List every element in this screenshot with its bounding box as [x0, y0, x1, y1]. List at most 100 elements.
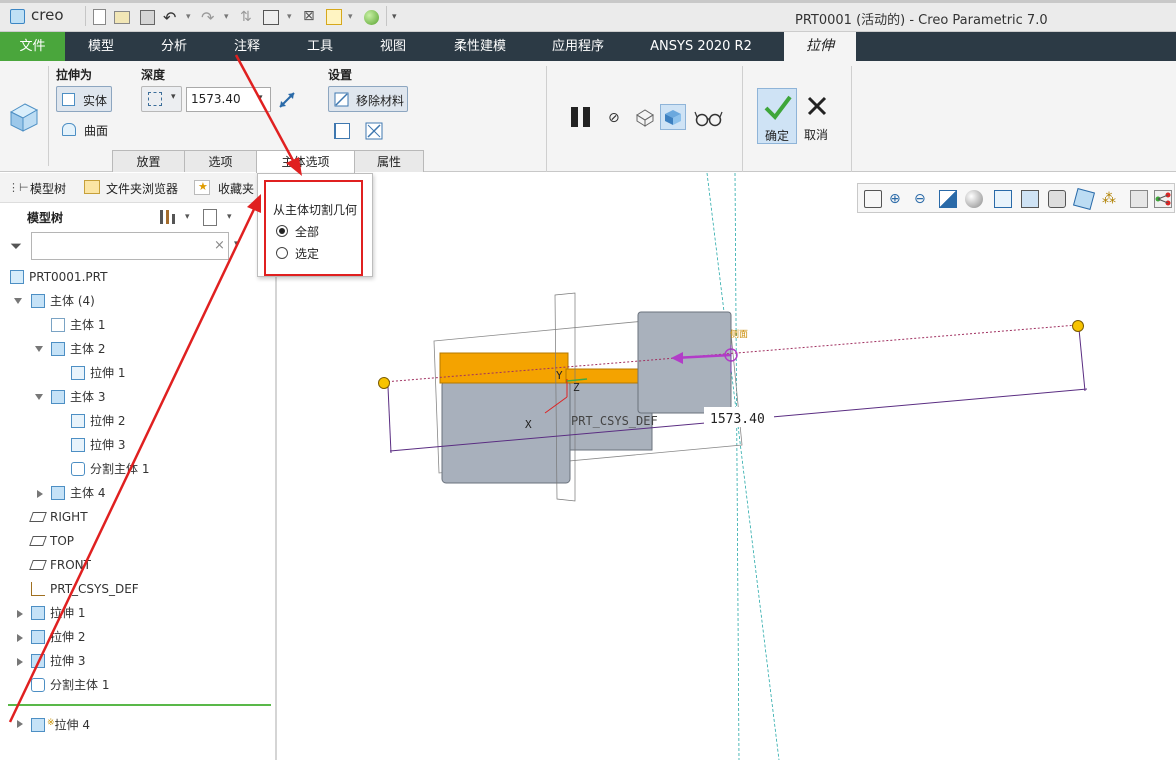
tab-options[interactable]: 选项 — [184, 150, 257, 172]
windows-dropdown-icon[interactable]: ▾ — [287, 12, 292, 22]
tab-analysis[interactable]: 分析 — [146, 32, 202, 61]
solid-button[interactable]: 实体 — [56, 86, 112, 112]
appearance-sphere-icon[interactable] — [364, 10, 379, 25]
tree-item-extrude-3-feature[interactable]: 拉伸 3 — [31, 651, 85, 671]
remove-material-button[interactable]: 移除材料 — [328, 86, 408, 112]
collapse-arrow-icon[interactable] — [17, 610, 23, 618]
expand-arrow-icon[interactable] — [14, 298, 22, 304]
repaint-icon[interactable] — [939, 190, 957, 208]
tree-item-part[interactable]: PRT0001.PRT — [10, 267, 107, 287]
open-folder-icon[interactable] — [114, 11, 130, 24]
depth-drag-handle[interactable] — [378, 377, 390, 389]
close-window-icon[interactable]: ⊠ — [303, 8, 315, 24]
tree-item-extrude-4[interactable]: ※拉伸 4 — [31, 713, 90, 733]
tab-extrude[interactable]: 拉伸 — [784, 32, 856, 61]
expand-arrow-icon[interactable] — [35, 346, 43, 352]
display-style-icon[interactable] — [965, 190, 983, 208]
model-canvas[interactable]: Y Z X PRT_CSYS_DEF 侧面 1573.40 — [279, 173, 1176, 760]
tree-item-extrude-2[interactable]: 拉伸 2 — [71, 411, 125, 431]
tree-item-bodies[interactable]: 主体 (4) — [31, 291, 95, 311]
customize-toolbar-icon[interactable]: ▾ — [392, 12, 397, 22]
collapse-arrow-icon[interactable] — [37, 490, 43, 498]
depth-drag-handle[interactable] — [1072, 320, 1084, 332]
surface-icon[interactable] — [62, 123, 76, 136]
select-dropdown-icon[interactable]: ▾ — [348, 12, 353, 22]
section-view-icon[interactable] — [1072, 187, 1096, 211]
windows-icon[interactable] — [263, 10, 279, 25]
tab-file[interactable]: 文件 — [0, 32, 65, 61]
redo-dropdown-icon[interactable]: ▾ — [224, 12, 229, 22]
attached-preview-icon[interactable] — [660, 104, 686, 130]
ok-button[interactable]: 确定 — [757, 88, 797, 144]
tree-item-body-1[interactable]: 主体 1 — [51, 315, 105, 335]
show-list-icon[interactable] — [203, 209, 217, 226]
saved-orientations-icon[interactable] — [994, 190, 1012, 208]
dimension-value[interactable]: 1573.40 — [710, 412, 765, 427]
datum-display-icon[interactable]: ⁂ — [1102, 190, 1120, 208]
tab-placement[interactable]: 放置 — [112, 150, 185, 172]
new-file-icon[interactable] — [93, 9, 106, 25]
tree-item-extrude-3[interactable]: 拉伸 3 — [71, 435, 125, 455]
tab-model-tree[interactable]: 模型树 — [30, 180, 66, 197]
tab-body-options[interactable]: 主体选项 — [256, 150, 355, 174]
tab-annotate[interactable]: 注释 — [219, 32, 275, 61]
tree-item-front-plane[interactable]: FRONT — [29, 555, 91, 575]
undo-icon[interactable]: ↶ — [163, 8, 176, 27]
chevron-down-icon[interactable]: ▾ — [185, 212, 190, 222]
tree-item-right-plane[interactable]: RIGHT — [29, 507, 88, 527]
chevron-down-icon[interactable]: ▾ — [234, 239, 239, 249]
tab-folder-browser[interactable]: 文件夹浏览器 — [106, 180, 178, 197]
view-manager-icon[interactable] — [1021, 190, 1039, 208]
filter-icon[interactable]: ⏷ — [10, 237, 22, 255]
zoom-out-icon[interactable]: ⊖ — [914, 190, 932, 208]
tree-item-extrude-1[interactable]: 拉伸 1 — [71, 363, 125, 383]
regenerate-icon[interactable]: ⇅ — [240, 9, 252, 25]
cancel-button[interactable]: 取消 — [800, 88, 836, 144]
tree-item-body-2[interactable]: 主体 2 — [51, 339, 105, 359]
separate-preview-icon[interactable] — [634, 107, 656, 127]
depth-type-dropdown[interactable]: ▾ — [141, 86, 182, 112]
depth-value-field[interactable]: 1573.40 ▾ — [186, 87, 271, 112]
tree-item-csys[interactable]: PRT_CSYS_DEF — [31, 579, 139, 599]
tab-properties[interactable]: 属性 — [354, 150, 424, 172]
tab-favorites[interactable]: 收藏夹 — [218, 180, 254, 197]
redo-icon[interactable]: ↷ — [201, 8, 214, 27]
tree-item-extrude-1-feature[interactable]: 拉伸 1 — [31, 603, 85, 623]
trim-surface-icon[interactable] — [365, 122, 383, 140]
tab-model[interactable]: 模型 — [73, 32, 129, 61]
chevron-down-icon[interactable]: ▾ — [227, 212, 232, 222]
tree-item-split-body-feature[interactable]: 分割主体 1 — [31, 675, 109, 695]
tree-item-split-body-1[interactable]: 分割主体 1 — [71, 459, 149, 479]
spin-center-icon[interactable] — [1154, 190, 1172, 208]
flip-direction-icon[interactable] — [277, 90, 297, 110]
tab-view[interactable]: 视图 — [365, 32, 421, 61]
tab-applications[interactable]: 应用程序 — [538, 32, 618, 61]
tree-settings-icon[interactable] — [158, 208, 178, 226]
expand-arrow-icon[interactable] — [35, 394, 43, 400]
undo-dropdown-icon[interactable]: ▾ — [186, 12, 191, 22]
tree-item-top-plane[interactable]: TOP — [29, 531, 74, 551]
save-icon[interactable] — [140, 10, 155, 25]
collapse-arrow-icon[interactable] — [17, 634, 23, 642]
zoom-in-icon[interactable]: ⊕ — [889, 190, 907, 208]
insert-here-line[interactable] — [8, 704, 271, 706]
verify-glasses-icon[interactable] — [694, 109, 724, 127]
tree-item-body-3[interactable]: 主体 3 — [51, 387, 105, 407]
surface-button[interactable]: 曲面 — [84, 122, 108, 139]
no-preview-icon[interactable]: ⊘ — [608, 110, 620, 126]
tree-search-input[interactable]: × — [31, 232, 229, 260]
perspective-view-icon[interactable] — [1048, 190, 1066, 208]
tab-tools[interactable]: 工具 — [292, 32, 348, 61]
refit-icon[interactable] — [864, 190, 882, 208]
clear-search-icon[interactable]: × — [214, 238, 225, 253]
tree-item-extrude-2-feature[interactable]: 拉伸 2 — [31, 627, 85, 647]
collapse-arrow-icon[interactable] — [17, 658, 23, 666]
tab-ansys[interactable]: ANSYS 2020 R2 — [638, 32, 764, 61]
tree-item-body-4[interactable]: 主体 4 — [51, 483, 105, 503]
annotation-display-icon[interactable] — [1130, 190, 1148, 208]
thicken-sketch-icon[interactable] — [334, 123, 350, 139]
tab-flexible-modeling[interactable]: 柔性建模 — [440, 32, 520, 61]
collapse-arrow-icon[interactable] — [17, 720, 23, 728]
pause-icon[interactable] — [569, 106, 593, 128]
select-filter-icon[interactable] — [326, 9, 342, 25]
